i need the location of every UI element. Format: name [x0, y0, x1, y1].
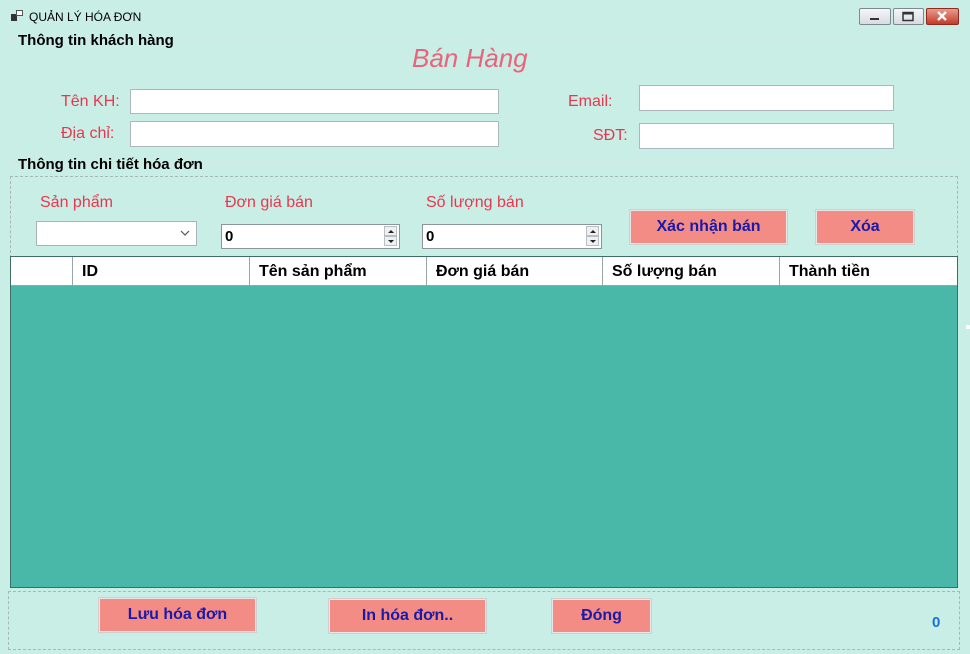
- chevron-down-icon: [180, 230, 190, 236]
- app-icon: [11, 10, 23, 21]
- close-icon: [937, 11, 947, 21]
- quantity-stepper[interactable]: 0: [422, 224, 602, 249]
- maximize-button[interactable]: [893, 8, 924, 25]
- minimize-button[interactable]: [859, 8, 891, 25]
- product-select[interactable]: [36, 221, 197, 246]
- close-form-button[interactable]: Đóng: [552, 599, 651, 633]
- grid-column-quantity[interactable]: Số lượng bán: [603, 257, 780, 285]
- price-increment-button[interactable]: [384, 226, 397, 236]
- price-stepper[interactable]: 0: [221, 224, 400, 249]
- delete-button[interactable]: Xóa: [816, 210, 914, 244]
- price-spin-buttons: [384, 226, 397, 246]
- close-button[interactable]: [926, 8, 959, 25]
- save-invoice-button[interactable]: Lưu hóa đơn: [99, 598, 256, 632]
- print-invoice-button[interactable]: In hóa đơn..: [329, 599, 486, 633]
- price-label: Đơn giá bán: [225, 194, 313, 211]
- address-input[interactable]: [130, 121, 499, 147]
- quantity-spin-buttons: [586, 226, 599, 246]
- grid-column-product-name[interactable]: Tên sản phẩm: [250, 257, 427, 285]
- phone-input[interactable]: [639, 123, 894, 149]
- total-amount: 0: [932, 614, 941, 631]
- resize-handle[interactable]: [966, 325, 970, 329]
- email-label: Email:: [568, 93, 613, 110]
- grid-column-total[interactable]: Thành tiền: [780, 257, 957, 285]
- customer-name-input[interactable]: [130, 89, 499, 114]
- window-title: QUẢN LÝ HÓA ĐƠN: [29, 10, 142, 24]
- phone-label: SĐT:: [593, 127, 628, 144]
- quantity-increment-button[interactable]: [586, 226, 599, 236]
- email-input[interactable]: [639, 85, 894, 111]
- maximize-icon: [902, 11, 914, 22]
- grid-column-id[interactable]: ID: [73, 257, 250, 285]
- address-label: Địa chỉ:: [61, 125, 115, 142]
- customer-group-title: Thông tin khách hàng: [18, 32, 174, 49]
- grid-header: ID Tên sản phẩm Đơn giá bán Số lượng bán…: [11, 257, 957, 286]
- minimize-icon: [870, 18, 879, 20]
- invoice-grid[interactable]: ID Tên sản phẩm Đơn giá bán Số lượng bán…: [10, 256, 958, 588]
- customer-name-label: Tên KH:: [61, 93, 120, 110]
- page-heading: Bán Hàng: [412, 43, 528, 73]
- price-value: 0: [225, 228, 234, 245]
- price-decrement-button[interactable]: [384, 236, 397, 246]
- title-bar: QUẢN LÝ HÓA ĐƠN: [0, 0, 970, 32]
- quantity-label: Số lượng bán: [426, 194, 524, 211]
- quantity-value: 0: [426, 228, 435, 245]
- product-label: Sản phẩm: [40, 194, 113, 211]
- quantity-decrement-button[interactable]: [586, 236, 599, 246]
- grid-column-price[interactable]: Đơn giá bán: [427, 257, 603, 285]
- confirm-sale-button[interactable]: Xác nhận bán: [630, 210, 787, 244]
- detail-group-title: Thông tin chi tiết hóa đơn: [18, 156, 203, 173]
- grid-row-header-column[interactable]: [11, 257, 73, 285]
